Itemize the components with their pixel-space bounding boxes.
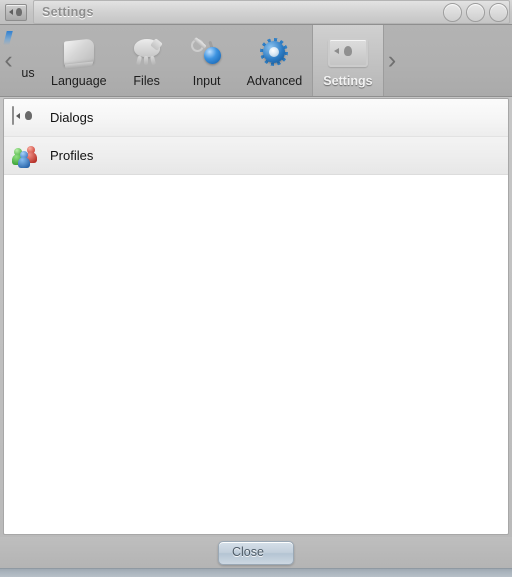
dialog-box-icon	[12, 105, 38, 129]
maximize-button[interactable]	[466, 2, 485, 22]
settings-list-panel: Dialogs Profiles	[3, 98, 509, 535]
scroll-left-button[interactable]: ‹	[0, 25, 17, 96]
tab-settings[interactable]: Settings	[312, 25, 384, 96]
dialog-footer: Close	[0, 537, 512, 568]
title-strip: Settings	[33, 0, 510, 24]
close-window-button[interactable]	[489, 2, 508, 22]
window-icon	[5, 3, 27, 21]
title-bar: Settings	[0, 0, 512, 25]
status-strip	[0, 568, 512, 577]
chevron-right-icon: ›	[387, 46, 397, 74]
scroll-right-button[interactable]: ›	[384, 25, 401, 96]
window-controls	[443, 0, 508, 24]
key-sphere-icon	[187, 35, 227, 69]
tab-label-advanced: Advanced	[246, 74, 303, 88]
tab-toolbar: ‹ us Language Files Input Advanced Setti…	[0, 24, 512, 97]
tab-files[interactable]: Files	[117, 25, 177, 96]
list-item-dialogs[interactable]: Dialogs	[4, 99, 508, 137]
window-title: Settings	[42, 5, 94, 19]
tab-label-language: Language	[51, 74, 107, 88]
minimize-button[interactable]	[443, 2, 462, 22]
tab-status-partial[interactable]: us	[17, 25, 41, 96]
book-icon	[59, 35, 99, 69]
monitor-icon	[327, 35, 368, 69]
tab-input[interactable]: Input	[177, 25, 237, 96]
tab-language[interactable]: Language	[41, 25, 117, 96]
list-item-profiles[interactable]: Profiles	[4, 137, 508, 175]
gear-icon	[254, 35, 294, 69]
tab-label-partial: us	[21, 66, 35, 80]
tab-label-input: Input	[192, 74, 221, 88]
list-item-label-profiles: Profiles	[50, 148, 94, 163]
tab-label-settings: Settings	[323, 74, 373, 88]
tab-advanced[interactable]: Advanced	[237, 25, 313, 96]
list-item-label-dialogs: Dialogs	[50, 110, 94, 125]
files-icon	[127, 35, 167, 69]
close-button[interactable]: Close	[218, 540, 294, 565]
tab-label-files: Files	[133, 74, 160, 88]
chevron-left-icon: ‹	[4, 46, 13, 74]
people-icon	[12, 145, 38, 168]
settings-window: Settings ‹ us Language Files Input Advan…	[0, 0, 512, 577]
